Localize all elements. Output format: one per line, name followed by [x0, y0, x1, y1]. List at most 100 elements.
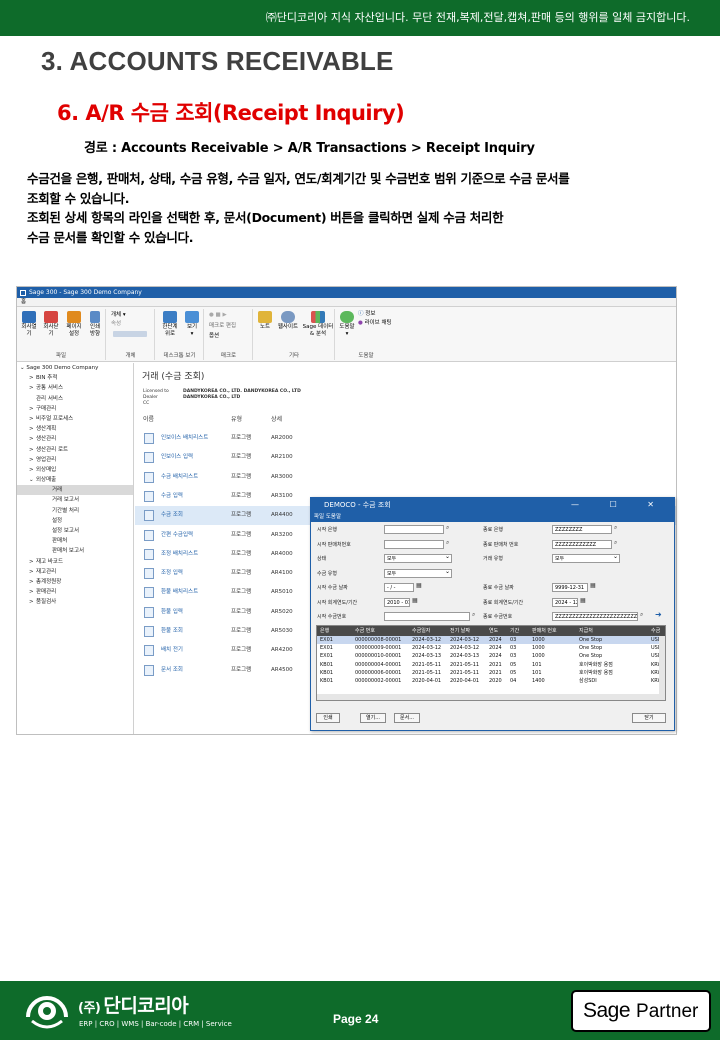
- about-button[interactable]: ⓘ 정보: [358, 311, 394, 318]
- expand-icon[interactable]: >: [29, 567, 36, 577]
- from-receipt-date-input[interactable]: - / -: [384, 583, 414, 592]
- grid-column-header[interactable]: 판매처 번호: [532, 626, 557, 636]
- finder-icon[interactable]: ⌕: [446, 539, 449, 547]
- grid-column-header[interactable]: 연도: [489, 626, 498, 636]
- column-header-detail[interactable]: 상세: [271, 414, 282, 423]
- document-button[interactable]: 문서...: [394, 713, 420, 723]
- print-orientation-button[interactable]: 인쇄 방향: [85, 311, 105, 338]
- finder-icon[interactable]: ⌕: [446, 524, 449, 532]
- grid-row[interactable]: KB01 000000006-00001 2021-05-11 2021-05-11 2…: [317, 669, 665, 677]
- up-one-level-button[interactable]: 한단계 위로: [158, 311, 182, 338]
- open-company-button[interactable]: 회사열기: [19, 311, 39, 338]
- window-controls[interactable]: — ☐ ✕: [571, 498, 668, 512]
- tree-item[interactable]: 설정 보고서: [17, 526, 133, 536]
- tree-item[interactable]: 거래: [17, 485, 133, 496]
- grid-row[interactable]: EX01 000000009-00001 2024-03-12 2024-03-12 2…: [317, 644, 665, 652]
- grid-column-header[interactable]: 은행: [320, 626, 329, 636]
- tree-item[interactable]: > 총계정원장: [17, 577, 133, 587]
- calendar-icon[interactable]: ▦: [412, 597, 418, 604]
- grid-row[interactable]: KB01 000000004-00001 2021-05-11 2021-05-11 2…: [317, 661, 665, 669]
- grid-column-header[interactable]: 전기 날짜: [450, 626, 470, 636]
- dialog-menubar[interactable]: 파일 도움말: [311, 512, 674, 522]
- grid-column-header[interactable]: 수금: [651, 626, 660, 636]
- to-receipt-date-input[interactable]: 9999-12-31: [552, 583, 588, 592]
- receipt-type-select[interactable]: 모두: [384, 569, 452, 578]
- page-setup-button[interactable]: 페이지 설정: [64, 311, 84, 338]
- tree-item[interactable]: > 판매관리: [17, 587, 133, 597]
- ribbon-tab-home[interactable]: 홈: [17, 298, 676, 307]
- expand-icon[interactable]: >: [29, 383, 36, 393]
- tree-item[interactable]: > 품질검사: [17, 597, 133, 607]
- from-customer-input[interactable]: [384, 540, 444, 549]
- status-select[interactable]: 모두: [384, 554, 452, 563]
- tree-item[interactable]: > 재고관리: [17, 567, 133, 577]
- tree-item[interactable]: 판매처 보고서: [17, 546, 133, 556]
- grid-column-header[interactable]: 지급처: [579, 626, 593, 636]
- tree-item[interactable]: > 외상매입: [17, 465, 133, 475]
- column-header-name[interactable]: 이름: [143, 414, 154, 423]
- grid-column-header[interactable]: 기간: [510, 626, 519, 636]
- tree-item[interactable]: 기간별 처리: [17, 506, 133, 516]
- object-menu-button[interactable]: 개체 ▾: [111, 312, 151, 319]
- close-button[interactable]: 닫기: [632, 713, 666, 723]
- website-button[interactable]: 웹사이트: [275, 311, 301, 331]
- grid-row[interactable]: EX01 000000008-00001 2024-03-12 2024-03-12 2…: [317, 636, 665, 645]
- program-row[interactable]: 수금 배치리스트 프로그램 AR3000: [135, 468, 676, 487]
- tree-item[interactable]: > 비주얼 프로세스: [17, 414, 133, 424]
- tree-item[interactable]: > 생산관리: [17, 434, 133, 444]
- expand-icon[interactable]: >: [29, 434, 36, 444]
- options-button[interactable]: 옵션: [209, 333, 253, 340]
- expand-icon[interactable]: ⌄: [29, 475, 36, 485]
- help-button[interactable]: 도움말 ▾: [338, 311, 356, 338]
- sage-data-analytics-button[interactable]: Sage 데이터 & 분석: [302, 311, 334, 338]
- expand-icon[interactable]: >: [29, 465, 36, 475]
- tree-item[interactable]: > 공통 서비스: [17, 383, 133, 393]
- from-bank-input[interactable]: [384, 525, 444, 534]
- from-receipt-number-input[interactable]: [384, 612, 470, 621]
- tree-item[interactable]: 판매처: [17, 536, 133, 546]
- tree-item[interactable]: > 생산계획: [17, 424, 133, 434]
- tree-item[interactable]: > 구매관리: [17, 404, 133, 414]
- tree-root[interactable]: ⌄ Sage 300 Demo Company: [17, 363, 133, 373]
- expand-icon[interactable]: >: [29, 424, 36, 434]
- from-year-period-input[interactable]: 2010 - 01: [384, 598, 410, 607]
- tree-item[interactable]: > BIN 추적: [17, 373, 133, 383]
- calendar-icon[interactable]: ▦: [580, 597, 586, 604]
- expand-icon[interactable]: >: [29, 557, 36, 567]
- close-company-button[interactable]: 회사닫기: [41, 311, 61, 338]
- expand-icon[interactable]: >: [29, 404, 36, 414]
- expand-icon[interactable]: >: [29, 445, 36, 455]
- finder-icon[interactable]: ⌕: [614, 524, 617, 532]
- grid-row[interactable]: KB01 000000002-00001 2020-04-01 2020-04-01 2…: [317, 677, 665, 685]
- to-bank-input[interactable]: ZZZZZZZZ: [552, 525, 612, 534]
- grid-column-header[interactable]: 수금 번호: [355, 626, 375, 636]
- finder-icon[interactable]: ⌕: [614, 539, 617, 547]
- tree-item[interactable]: > 재고 바코드: [17, 557, 133, 567]
- expand-icon[interactable]: >: [29, 414, 36, 424]
- go-icon[interactable]: ➜: [655, 610, 662, 619]
- tree-item[interactable]: > 영업관리: [17, 455, 133, 465]
- expand-icon[interactable]: >: [29, 577, 36, 587]
- program-row[interactable]: 인보이스 배치리스트 프로그램 AR2000: [135, 429, 676, 448]
- transaction-type-select[interactable]: 모두: [552, 554, 620, 563]
- calendar-icon[interactable]: ▦: [416, 582, 422, 589]
- columns-button[interactable]: 열기...: [360, 713, 386, 723]
- edit-macro-button[interactable]: 매크로 편집: [209, 323, 253, 330]
- to-year-period-input[interactable]: 2024 - 12: [552, 598, 578, 607]
- finder-icon[interactable]: ⌕: [472, 611, 475, 619]
- grid-column-header[interactable]: 수금일자: [412, 626, 430, 636]
- to-customer-input[interactable]: ZZZZZZZZZZZZ: [552, 540, 612, 549]
- grid-row[interactable]: EX01 000000010-00001 2024-03-13 2024-03-13 2…: [317, 652, 665, 660]
- expand-icon[interactable]: >: [29, 373, 36, 383]
- properties-button[interactable]: 속성: [111, 321, 151, 328]
- to-receipt-number-input[interactable]: ZZZZZZZZZZZZZZZZZZZZZZZZ: [552, 612, 638, 621]
- tree-item[interactable]: 거래 보고서: [17, 495, 133, 505]
- column-header-type[interactable]: 유형: [231, 414, 242, 423]
- tree-item[interactable]: 설정: [17, 516, 133, 526]
- tree-item[interactable]: 관리 서비스: [17, 394, 133, 404]
- expand-icon[interactable]: >: [29, 597, 36, 607]
- expand-icon[interactable]: >: [29, 587, 36, 597]
- horizontal-scrollbar[interactable]: [317, 694, 661, 700]
- program-row[interactable]: 인보이스 입력 프로그램 AR2100: [135, 448, 676, 467]
- expand-icon[interactable]: >: [29, 455, 36, 465]
